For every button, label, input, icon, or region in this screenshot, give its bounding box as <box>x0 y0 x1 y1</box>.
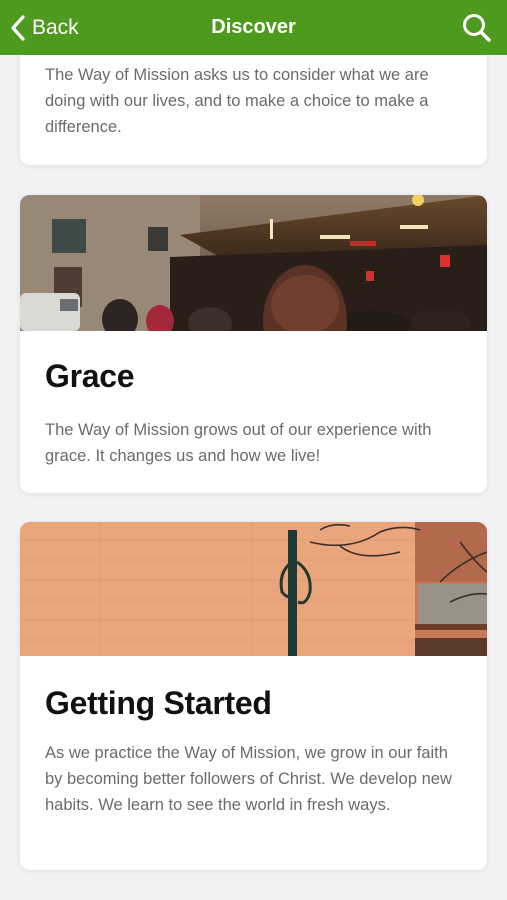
chevron-left-icon <box>11 14 25 41</box>
card-getting-started[interactable]: Getting Started As we practice the Way o… <box>20 522 487 870</box>
card-description: The Way of Mission grows out of our expe… <box>45 421 432 465</box>
card-title: Getting Started <box>45 685 272 721</box>
card-image-brick-wall <box>20 522 487 658</box>
card-grace[interactable]: Grace The Way of Mission grows out of ou… <box>20 195 487 493</box>
card-description: As we practice the Way of Mission, we gr… <box>45 744 452 814</box>
card-list[interactable]: The Way of Mission asks us to consider w… <box>0 55 507 900</box>
back-button[interactable]: Back <box>10 0 79 55</box>
search-icon <box>463 14 491 42</box>
card-image-cafe <box>20 195 487 331</box>
card-description: The Way of Mission asks us to consider w… <box>45 66 429 136</box>
back-label: Back <box>32 15 79 39</box>
page-title: Discover <box>211 16 296 38</box>
card-title: Grace <box>45 358 135 394</box>
card-mission-intro[interactable]: The Way of Mission asks us to consider w… <box>20 55 487 165</box>
search-button[interactable] <box>461 12 493 44</box>
top-nav-bar: Back Discover <box>0 0 507 55</box>
